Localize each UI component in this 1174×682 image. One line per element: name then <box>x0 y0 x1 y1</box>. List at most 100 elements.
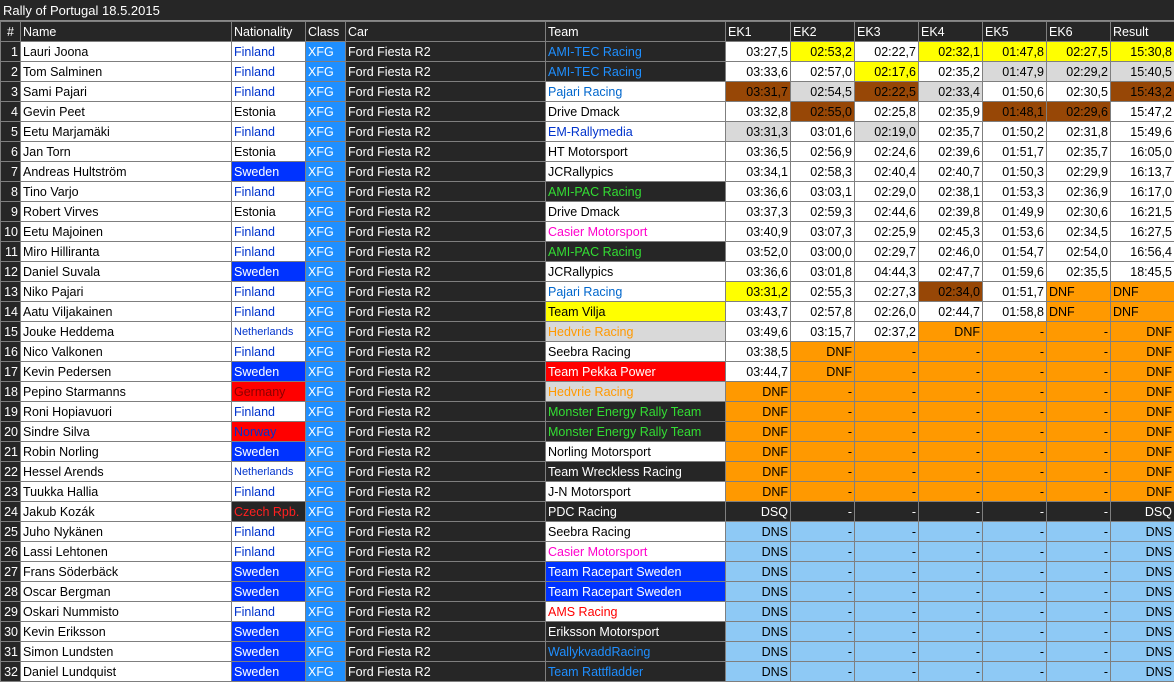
table-row: 32Daniel LundquistSwedenXFGFord Fiesta R… <box>1 662 1174 682</box>
stage-time-cell: - <box>983 482 1047 502</box>
class-cell: XFG <box>306 322 346 342</box>
team-cell: PDC Racing <box>546 502 726 522</box>
stage-time-cell: 03:34,1 <box>726 162 791 182</box>
stage-time-cell: 01:47,9 <box>983 62 1047 82</box>
position-cell: 25 <box>1 522 21 542</box>
header-row: #NameNationalityClassCarTeamEK1EK2EK3EK4… <box>1 22 1174 42</box>
stage-time-cell: - <box>791 442 855 462</box>
stage-time-cell: - <box>855 522 919 542</box>
stage-time-cell: - <box>791 382 855 402</box>
stage-time-cell: 02:46,0 <box>919 242 983 262</box>
stage-time-cell: - <box>919 562 983 582</box>
stage-time-cell: - <box>919 622 983 642</box>
class-cell: XFG <box>306 362 346 382</box>
result-cell: 15:43,2 <box>1111 82 1174 102</box>
nationality-cell: Finland <box>232 522 306 542</box>
stage-time-cell: 02:34,5 <box>1047 222 1111 242</box>
team-cell: Seebra Racing <box>546 342 726 362</box>
position-cell: 8 <box>1 182 21 202</box>
class-cell: XFG <box>306 402 346 422</box>
stage-time-cell: 03:33,6 <box>726 62 791 82</box>
stage-time-cell: - <box>855 582 919 602</box>
car-cell: Ford Fiesta R2 <box>346 602 546 622</box>
result-cell: 16:13,7 <box>1111 162 1174 182</box>
stage-time-cell: - <box>919 362 983 382</box>
stage-time-cell: 02:44,7 <box>919 302 983 322</box>
position-cell: 20 <box>1 422 21 442</box>
stage-time-cell: 03:15,7 <box>791 322 855 342</box>
column-header: Result <box>1111 22 1174 42</box>
position-cell: 32 <box>1 662 21 682</box>
stage-time-cell: - <box>855 542 919 562</box>
team-cell: Pajari Racing <box>546 82 726 102</box>
result-cell: DNF <box>1111 302 1174 322</box>
car-cell: Ford Fiesta R2 <box>346 302 546 322</box>
stage-time-cell: - <box>855 342 919 362</box>
class-cell: XFG <box>306 282 346 302</box>
team-cell: Hedvrie Racing <box>546 382 726 402</box>
position-cell: 26 <box>1 542 21 562</box>
table-row: 8Tino VarjoFinlandXFGFord Fiesta R2AMI-P… <box>1 182 1174 202</box>
position-cell: 5 <box>1 122 21 142</box>
team-cell: AMI-PAC Racing <box>546 242 726 262</box>
column-header: Car <box>346 22 546 42</box>
table-row: 27Frans SöderbäckSwedenXFGFord Fiesta R2… <box>1 562 1174 582</box>
team-cell: Seebra Racing <box>546 522 726 542</box>
team-cell: Drive Dmack <box>546 202 726 222</box>
position-cell: 28 <box>1 582 21 602</box>
stage-time-cell: - <box>1047 662 1111 682</box>
stage-time-cell: 03:32,8 <box>726 102 791 122</box>
team-cell: AMI-TEC Racing <box>546 42 726 62</box>
column-header: EK4 <box>919 22 983 42</box>
stage-time-cell: 02:25,8 <box>855 102 919 122</box>
position-cell: 22 <box>1 462 21 482</box>
class-cell: XFG <box>306 162 346 182</box>
stage-time-cell: - <box>983 362 1047 382</box>
team-cell: Eriksson Motorsport <box>546 622 726 642</box>
driver-name-cell: Jouke Heddema <box>21 322 232 342</box>
column-header: Class <box>306 22 346 42</box>
stage-time-cell: 02:29,6 <box>1047 102 1111 122</box>
stage-time-cell: - <box>791 422 855 442</box>
class-cell: XFG <box>306 542 346 562</box>
column-header: Team <box>546 22 726 42</box>
stage-time-cell: DNS <box>726 562 791 582</box>
stage-time-cell: - <box>983 342 1047 362</box>
driver-name-cell: Pepino Starmanns <box>21 382 232 402</box>
stage-time-cell: DNF <box>919 322 983 342</box>
team-cell: AMI-PAC Racing <box>546 182 726 202</box>
stage-time-cell: 02:17,6 <box>855 62 919 82</box>
class-cell: XFG <box>306 602 346 622</box>
table-row: 19Roni HopiavuoriFinlandXFGFord Fiesta R… <box>1 402 1174 422</box>
stage-time-cell: 02:31,8 <box>1047 122 1111 142</box>
stage-time-cell: 03:31,3 <box>726 122 791 142</box>
table-row: 21Robin NorlingSwedenXFGFord Fiesta R2No… <box>1 442 1174 462</box>
result-cell: DSQ <box>1111 502 1174 522</box>
stage-time-cell: 02:55,3 <box>791 282 855 302</box>
driver-name-cell: Kevin Pedersen <box>21 362 232 382</box>
class-cell: XFG <box>306 462 346 482</box>
car-cell: Ford Fiesta R2 <box>346 462 546 482</box>
stage-time-cell: DNF <box>791 362 855 382</box>
stage-time-cell: DNS <box>726 662 791 682</box>
position-cell: 3 <box>1 82 21 102</box>
stage-time-cell: 01:51,7 <box>983 282 1047 302</box>
driver-name-cell: Frans Söderbäck <box>21 562 232 582</box>
stage-time-cell: 02:19,0 <box>855 122 919 142</box>
nationality-cell: Sweden <box>232 622 306 642</box>
class-cell: XFG <box>306 122 346 142</box>
stage-time-cell: 02:55,0 <box>791 102 855 122</box>
table-row: 1Lauri JoonaFinlandXFGFord Fiesta R2AMI-… <box>1 42 1174 62</box>
car-cell: Ford Fiesta R2 <box>346 42 546 62</box>
stage-time-cell: 02:35,7 <box>1047 142 1111 162</box>
stage-time-cell: DNS <box>726 522 791 542</box>
stage-time-cell: - <box>855 622 919 642</box>
stage-time-cell: 03:31,2 <box>726 282 791 302</box>
stage-time-cell: DNS <box>726 602 791 622</box>
driver-name-cell: Tuukka Hallia <box>21 482 232 502</box>
team-cell: Hedvrie Racing <box>546 322 726 342</box>
car-cell: Ford Fiesta R2 <box>346 582 546 602</box>
position-cell: 18 <box>1 382 21 402</box>
results-sheet: Rally of Portugal 18.5.2015 #NameNationa… <box>0 0 1174 681</box>
stage-time-cell: 02:27,5 <box>1047 42 1111 62</box>
